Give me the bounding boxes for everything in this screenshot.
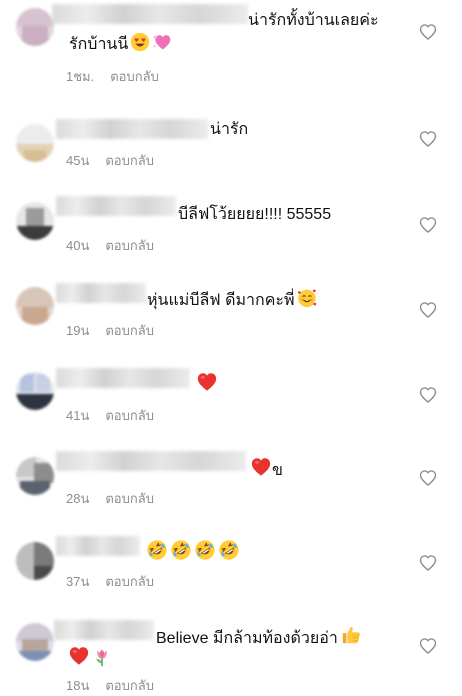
comment-time: 18น bbox=[66, 678, 90, 693]
avatar[interactable] bbox=[16, 8, 54, 46]
comment-meta: 28น ตอบกลับ bbox=[66, 488, 154, 509]
comment-meta: 45น ตอบกลับ bbox=[66, 150, 154, 171]
comment-meta: 40น ตอบกลับ bbox=[66, 235, 154, 256]
comment-time: 37น bbox=[66, 574, 90, 589]
comment-time: 40น bbox=[66, 238, 90, 253]
reply-button[interactable]: ตอบกลับ bbox=[105, 678, 154, 693]
comment-item: 41น ตอบกลับ bbox=[0, 350, 462, 435]
comment-item: ข 28น ตอบกลับ bbox=[0, 435, 462, 520]
comment-text-line-2: รักบ้านนี bbox=[69, 32, 172, 56]
comment-text: Believe มีกล้ามท้องด้วยอ่า bbox=[156, 624, 362, 650]
comment-meta: 37น ตอบกลับ bbox=[66, 571, 154, 592]
like-heart-icon[interactable] bbox=[418, 636, 438, 656]
username[interactable] bbox=[56, 283, 146, 303]
comment-text: บีลีฟโว้ยยยย!!!! 55555 bbox=[178, 206, 332, 223]
heart-eyes-emoji bbox=[130, 32, 150, 52]
comment-item: 37น ตอบกลับ bbox=[0, 520, 462, 605]
reply-button[interactable]: ตอบกลับ bbox=[105, 491, 154, 506]
avatar[interactable] bbox=[16, 457, 54, 495]
comment-text: หุ่นแม่บีลีฟ ดีมากคะพี่ bbox=[147, 288, 317, 312]
avatar[interactable] bbox=[16, 372, 54, 410]
comment-meta: 19น ตอบกลับ bbox=[66, 320, 154, 341]
avatar[interactable] bbox=[16, 542, 54, 580]
like-heart-icon[interactable] bbox=[418, 468, 438, 488]
rofl-emoji bbox=[218, 539, 240, 561]
tulip-emoji bbox=[92, 647, 112, 667]
rofl-emoji bbox=[170, 539, 192, 561]
reply-button[interactable]: ตอบกลับ bbox=[105, 238, 154, 253]
reply-button[interactable]: ตอบกลับ bbox=[105, 323, 154, 338]
username[interactable] bbox=[56, 368, 190, 388]
comment-meta: 41น ตอบกลับ bbox=[66, 405, 154, 426]
red-heart-emoji bbox=[250, 456, 272, 478]
comment-item: น่ารักทั้งบ้านเลยค่ะ รักบ้านนี 1ชม. ตอบกล… bbox=[0, 0, 462, 95]
reply-button[interactable]: ตอบกลับ bbox=[110, 69, 159, 84]
red-heart-emoji bbox=[196, 371, 218, 393]
comment-text-line-2 bbox=[66, 645, 112, 671]
username[interactable] bbox=[52, 4, 248, 24]
sparkling-heart-emoji bbox=[152, 32, 172, 52]
avatar[interactable] bbox=[16, 202, 54, 240]
like-heart-icon[interactable] bbox=[418, 385, 438, 405]
comment-time: 45น bbox=[66, 153, 90, 168]
rofl-emoji bbox=[194, 539, 216, 561]
like-heart-icon[interactable] bbox=[418, 129, 438, 149]
comment-meta: 18น ตอบกลับ bbox=[66, 675, 154, 696]
username[interactable] bbox=[56, 536, 140, 556]
like-heart-icon[interactable] bbox=[418, 553, 438, 573]
username[interactable] bbox=[56, 196, 176, 216]
comment-item: หุ่นแม่บีลีฟ ดีมากคะพี่ 19น ตอบกลับ bbox=[0, 265, 462, 350]
red-heart-emoji bbox=[68, 645, 90, 667]
comment-time: 41น bbox=[66, 408, 90, 423]
comment-time: 19น bbox=[66, 323, 90, 338]
thumbs-up-emoji bbox=[340, 624, 362, 646]
comment-text bbox=[194, 371, 218, 397]
like-heart-icon[interactable] bbox=[418, 215, 438, 235]
comment-item: Believe มีกล้ามท้องด้วยอ่า 18น ตอบกลับ bbox=[0, 605, 462, 696]
rofl-emoji bbox=[146, 539, 168, 561]
comment-text bbox=[144, 539, 240, 565]
comment-time: 28น bbox=[66, 491, 90, 506]
reply-button[interactable]: ตอบกลับ bbox=[105, 574, 154, 589]
avatar[interactable] bbox=[16, 124, 54, 162]
username[interactable] bbox=[54, 620, 154, 640]
comment-item: น่ารัก 45น ตอบกลับ bbox=[0, 95, 462, 180]
comment-text: น่ารัก bbox=[210, 121, 249, 138]
like-heart-icon[interactable] bbox=[418, 300, 438, 320]
username[interactable] bbox=[56, 451, 246, 471]
like-heart-icon[interactable] bbox=[418, 22, 438, 42]
avatar[interactable] bbox=[16, 623, 54, 661]
comment-text: ข bbox=[248, 456, 283, 482]
smiling-face-with-hearts-emoji bbox=[297, 288, 317, 308]
reply-button[interactable]: ตอบกลับ bbox=[105, 153, 154, 168]
avatar[interactable] bbox=[16, 287, 54, 325]
username[interactable] bbox=[56, 119, 208, 139]
comment-item: บีลีฟโว้ยยยย!!!! 55555 40น ตอบกลับ bbox=[0, 180, 462, 265]
comment-meta: 1ชม. ตอบกลับ bbox=[66, 66, 159, 87]
comment-time: 1ชม. bbox=[66, 69, 95, 84]
comment-text: น่ารักทั้งบ้านเลยค่ะ bbox=[248, 12, 379, 29]
reply-button[interactable]: ตอบกลับ bbox=[105, 408, 154, 423]
